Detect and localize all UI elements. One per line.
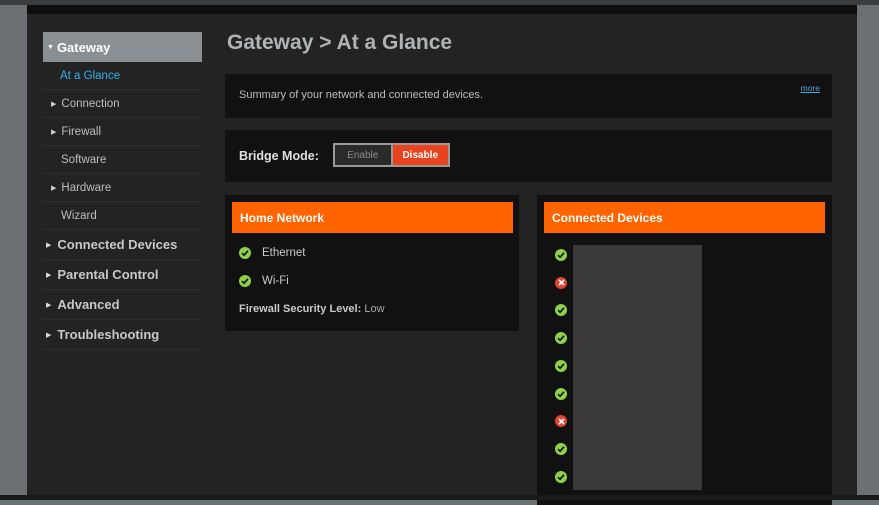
caret-right-icon: ▶ (46, 271, 52, 279)
sidebar-subitem-label: Wizard (61, 209, 97, 222)
page-title: Gateway > At a Glance (227, 31, 453, 54)
bridge-mode-panel: Bridge Mode: Enable Disable (225, 130, 832, 182)
caret-right-icon: ▶ (51, 128, 57, 136)
firewall-level: Firewall Security Level: Low (239, 303, 385, 315)
bridge-mode-toggle: Enable Disable (333, 143, 450, 167)
sidebar-subitem-connection[interactable]: ▶ Connection (43, 90, 202, 118)
sidebar-item-label: Gateway (56, 39, 111, 55)
sidebar-subitem-hardware[interactable]: ▶ Hardware (43, 174, 202, 202)
sidebar-subitem-label: At a Glance (60, 69, 121, 82)
summary-panel: Summary of your network and connected de… (225, 74, 832, 118)
sidebar-subitem-label: Firewall (61, 125, 102, 138)
check-circle-icon (555, 470, 567, 483)
sidebar-subitem-label: Connection (61, 97, 120, 110)
router-admin-page: ▼ Gateway At a Glance ▶ Connection ▶ Fir… (27, 5, 857, 505)
sidebar-item-label: Advanced (57, 297, 120, 312)
caret-right-icon: ▶ (51, 100, 57, 108)
firewall-level-label: Firewall Security Level: (239, 303, 362, 315)
bridge-disable-button[interactable]: Disable (392, 145, 448, 165)
redacted-device-names (573, 245, 702, 490)
connected-devices-header: Connected Devices (544, 202, 825, 233)
bridge-enable-button[interactable]: Enable (335, 145, 391, 165)
sidebar-item-label: Troubleshooting (57, 327, 160, 342)
error-circle-icon (555, 276, 567, 289)
sidebar-item-label: Parental Control (57, 267, 159, 282)
sidebar-subitem-label: Hardware (61, 181, 112, 194)
home-network-card: Home Network Ethernet Wi-Fi Firewall Sec… (225, 195, 519, 331)
check-circle-icon (555, 359, 567, 372)
check-circle-icon (555, 249, 567, 261)
status-label: Wi-Fi (262, 275, 289, 287)
sidebar-item-parental-control[interactable]: ▶ Parental Control (43, 260, 202, 290)
more-link[interactable]: more (801, 83, 820, 93)
check-circle-icon (239, 275, 251, 287)
caret-right-icon: ▶ (46, 241, 52, 249)
sidebar-nav: ▼ Gateway At a Glance ▶ Connection ▶ Fir… (43, 32, 202, 350)
sidebar-subitem-label: Software (61, 153, 107, 166)
bridge-mode-label: Bridge Mode: (239, 149, 319, 163)
check-circle-icon (555, 387, 567, 400)
error-circle-icon (555, 415, 567, 428)
sidebar-item-advanced[interactable]: ▶ Advanced (43, 290, 202, 320)
sidebar-subitem-at-a-glance[interactable]: At a Glance (43, 62, 202, 90)
sidebar-subitem-software[interactable]: Software (43, 146, 202, 174)
status-item-wifi: Wi-Fi (239, 275, 289, 287)
caret-down-icon: ▼ (47, 43, 54, 51)
check-circle-icon (555, 332, 567, 345)
caret-right-icon: ▶ (51, 184, 57, 192)
check-circle-icon (555, 304, 567, 317)
summary-text: Summary of your network and connected de… (239, 89, 483, 101)
sidebar-item-gateway[interactable]: ▼ Gateway (43, 32, 202, 62)
status-label: Ethernet (262, 247, 306, 259)
caret-right-icon: ▶ (46, 301, 52, 309)
firewall-level-value: Low (364, 303, 385, 315)
sidebar-subitem-firewall[interactable]: ▶ Firewall (43, 118, 202, 146)
sidebar-subitem-wizard[interactable]: Wizard (43, 202, 202, 230)
home-network-header: Home Network (232, 202, 513, 233)
status-item-ethernet: Ethernet (239, 247, 305, 259)
sidebar-item-label: Connected Devices (57, 237, 178, 252)
sidebar-item-connected-devices[interactable]: ▶ Connected Devices (43, 230, 202, 260)
caret-right-icon: ▶ (46, 331, 52, 339)
check-circle-icon (239, 247, 251, 259)
connected-devices-card: Connected Devices (537, 195, 832, 505)
page-top-bar (27, 5, 857, 14)
page-bottom-edge (0, 495, 879, 500)
check-circle-icon (555, 442, 567, 455)
sidebar-item-troubleshooting[interactable]: ▶ Troubleshooting (43, 320, 202, 350)
